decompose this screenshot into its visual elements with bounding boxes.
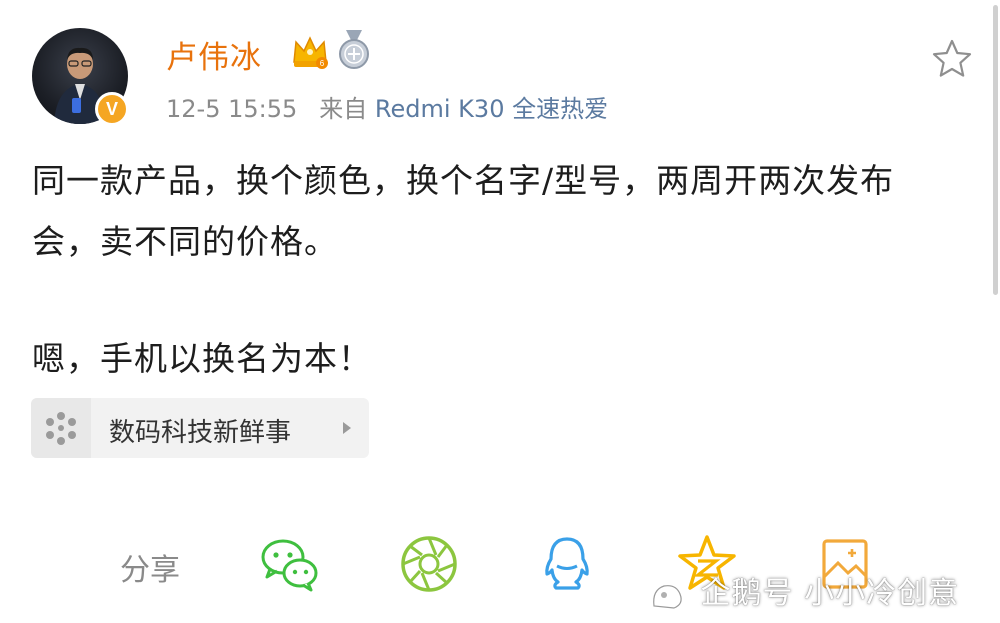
topic-icon-box [31,398,91,458]
super-topic-icon [46,412,76,445]
favorite-star-icon[interactable] [930,37,974,81]
post-meta: 12-5 15:55 来自 Redmi K30 全速热爱 [166,89,608,124]
moments-icon[interactable] [398,533,460,595]
crown-level-icon[interactable]: 6 [291,34,329,70]
svg-text:6: 6 [320,59,325,68]
scrollbar[interactable] [993,5,998,295]
post-content-line: 嗯，手机以换名为本！ [32,339,372,378]
share-label: 分享 [120,553,180,588]
vip-badge-letter: V [105,98,118,119]
post-timestamp: 12-5 15:55 [166,95,298,123]
qq-icon[interactable] [536,533,598,595]
post-content-line: 会，卖不同的价格。 [32,222,338,261]
topic-chip[interactable]: 数码科技新鲜事 [31,398,369,458]
post-content-line: 同一款产品，换个颜色，换个名字/型号，两周开两次发布 [32,161,895,200]
chevron-right-icon [343,422,351,434]
watermark: 企鹅号 小小冷创意 [650,568,959,612]
author-name[interactable]: 卢伟冰 [166,32,262,77]
post-source-prefix: 来自 [319,95,368,123]
watermark-text: 企鹅号 小小冷创意 [700,576,960,611]
medal-badge-icon[interactable] [336,30,372,70]
wechat-icon[interactable] [258,533,320,595]
post-content: 同一款产品，换个颜色，换个名字/型号，两周开两次发布 会，卖不同的价格。 嗯，手… [32,150,982,389]
penguin-logo-icon [653,584,682,609]
verified-vip-badge: V [95,92,129,126]
post-source-device[interactable]: Redmi K30 全速热爱 [375,95,608,123]
topic-label: 数码科技新鲜事 [109,418,292,448]
